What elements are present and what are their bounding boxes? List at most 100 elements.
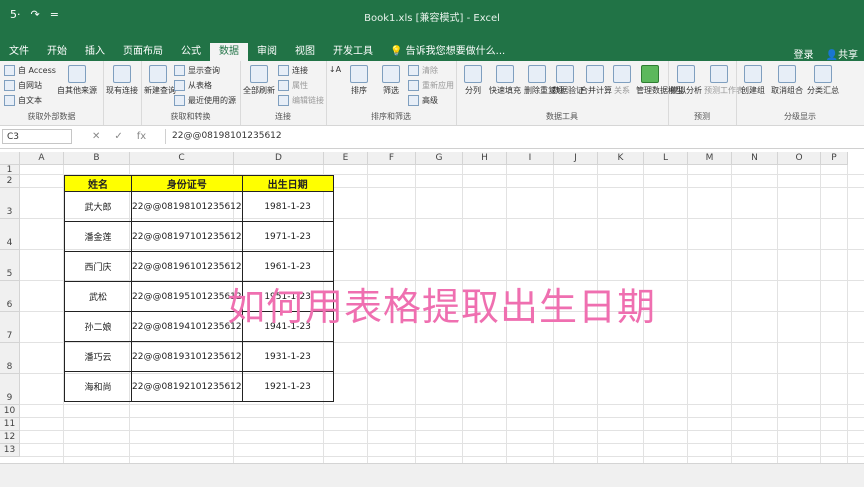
properties-button[interactable]: 属性 bbox=[278, 80, 308, 91]
row-header-8[interactable]: 8 bbox=[0, 343, 20, 374]
tab-home[interactable]: 开始 bbox=[38, 43, 76, 61]
table-cell[interactable]: 海和尚 bbox=[64, 371, 132, 402]
connections-button[interactable]: 连接 bbox=[278, 65, 308, 76]
forecast-sheet-button[interactable]: 预测工作表 bbox=[704, 65, 744, 96]
row-header-1[interactable]: 1 bbox=[0, 165, 20, 175]
column-header-F[interactable]: F bbox=[368, 152, 416, 165]
show-queries-button[interactable]: 显示查询 bbox=[174, 65, 220, 76]
table-cell[interactable]: 22@@08193101235612 bbox=[131, 341, 243, 372]
tab-page-layout[interactable]: 页面布局 bbox=[114, 43, 172, 61]
sort-button[interactable]: 排序 bbox=[346, 65, 372, 96]
column-header-J[interactable]: J bbox=[554, 152, 598, 165]
row-header-2[interactable]: 2 bbox=[0, 175, 20, 188]
table-cell[interactable]: 武松 bbox=[64, 281, 132, 312]
row-header-6[interactable]: 6 bbox=[0, 281, 20, 312]
flash-fill-button[interactable]: 快速填充 bbox=[488, 65, 522, 96]
from-access-button[interactable]: 自 Access bbox=[4, 65, 56, 76]
column-header-H[interactable]: H bbox=[463, 152, 507, 165]
table-header-cell[interactable]: 身份证号 bbox=[131, 175, 243, 192]
column-header-C[interactable]: C bbox=[130, 152, 234, 165]
row-header-13[interactable]: 13 bbox=[0, 444, 20, 457]
cancel-icon[interactable]: ✕ bbox=[92, 131, 100, 142]
row-header-5[interactable]: 5 bbox=[0, 250, 20, 281]
column-header-I[interactable]: I bbox=[507, 152, 554, 165]
select-all-corner[interactable] bbox=[0, 152, 20, 165]
text-to-columns-button[interactable]: 分列 bbox=[460, 65, 486, 96]
column-header-M[interactable]: M bbox=[688, 152, 732, 165]
row-header-7[interactable]: 7 bbox=[0, 312, 20, 343]
gridline-horizontal bbox=[20, 430, 864, 431]
ungroup-button[interactable]: 取消组合 bbox=[770, 65, 804, 96]
confirm-icon[interactable]: ✓ bbox=[114, 131, 122, 142]
filter-button[interactable]: 筛选 bbox=[378, 65, 404, 96]
column-header-L[interactable]: L bbox=[644, 152, 688, 165]
sort-az-button[interactable]: ↓A bbox=[328, 65, 342, 74]
row-header-10[interactable]: 10 bbox=[0, 405, 20, 418]
tab-insert[interactable]: 插入 bbox=[76, 43, 114, 61]
table-cell[interactable]: 22@@08198101235612 bbox=[131, 191, 243, 222]
table-cell[interactable]: 22@@08194101235612 bbox=[131, 311, 243, 342]
existing-connections-button[interactable]: 现有连接 bbox=[105, 65, 139, 96]
from-other-sources-button[interactable]: 自其他来源 bbox=[55, 65, 99, 96]
recent-sources-button[interactable]: 最近使用的源 bbox=[174, 95, 236, 106]
data-validation-button[interactable]: 数据验证 bbox=[552, 65, 584, 96]
column-header-G[interactable]: G bbox=[416, 152, 463, 165]
column-header-N[interactable]: N bbox=[732, 152, 778, 165]
table-cell[interactable]: 22@@08195101235612 bbox=[131, 281, 243, 312]
column-header-A[interactable]: A bbox=[20, 152, 64, 165]
table-cell[interactable]: 西门庆 bbox=[64, 251, 132, 282]
group-button[interactable]: 创建组 bbox=[738, 65, 768, 96]
advanced-filter-button[interactable]: 高级 bbox=[408, 95, 438, 106]
table-header-cell[interactable]: 出生日期 bbox=[241, 175, 334, 192]
row-header-11[interactable]: 11 bbox=[0, 418, 20, 431]
formula-input[interactable]: 22@@08198101235612 bbox=[165, 129, 864, 144]
table-header-cell[interactable]: 姓名 bbox=[64, 175, 132, 192]
table-cell[interactable]: 潘金莲 bbox=[64, 221, 132, 252]
tab-review[interactable]: 审阅 bbox=[248, 43, 286, 61]
reapply-button[interactable]: 重新应用 bbox=[408, 80, 454, 91]
remove-duplicates-button[interactable]: 删除重复项 bbox=[524, 65, 564, 96]
table-cell[interactable]: 武大郎 bbox=[64, 191, 132, 222]
table-cell[interactable]: 孙二娘 bbox=[64, 311, 132, 342]
relationships-button[interactable]: 关系 bbox=[612, 65, 632, 96]
column-header-B[interactable]: B bbox=[64, 152, 130, 165]
table-cell[interactable]: 1981-1-23 bbox=[241, 191, 334, 222]
tab-data[interactable]: 数据 bbox=[210, 43, 248, 61]
table-cell[interactable]: 1971-1-23 bbox=[241, 221, 334, 252]
table-cell[interactable]: 22@@08196101235612 bbox=[131, 251, 243, 282]
table-cell[interactable]: 1931-1-23 bbox=[241, 341, 334, 372]
row-header-3[interactable]: 3 bbox=[0, 188, 20, 219]
name-box[interactable]: C3 bbox=[2, 129, 72, 144]
row-header-12[interactable]: 12 bbox=[0, 431, 20, 444]
column-header-K[interactable]: K bbox=[598, 152, 644, 165]
from-table-button[interactable]: 从表格 bbox=[174, 80, 212, 91]
row-header-9[interactable]: 9 bbox=[0, 374, 20, 405]
column-header-O[interactable]: O bbox=[778, 152, 821, 165]
from-web-button[interactable]: 自网站 bbox=[4, 80, 42, 91]
table-cell[interactable]: 1921-1-23 bbox=[241, 371, 334, 402]
table-cell[interactable]: 22@@08192101235612 bbox=[131, 371, 243, 402]
login-link[interactable]: 登录 bbox=[794, 46, 814, 61]
share-button[interactable]: 👤共享 bbox=[826, 46, 858, 61]
consolidate-button[interactable]: 合并计算 bbox=[580, 65, 612, 96]
tab-file[interactable]: 文件 bbox=[0, 43, 38, 61]
tab-view[interactable]: 视图 bbox=[286, 43, 324, 61]
tab-developer[interactable]: 开发工具 bbox=[324, 43, 382, 61]
tell-me-search[interactable]: 💡 告诉我您想要做什么... bbox=[382, 43, 513, 61]
row-header-4[interactable]: 4 bbox=[0, 219, 20, 250]
edit-links-button[interactable]: 编辑链接 bbox=[278, 95, 324, 106]
clear-filter-button[interactable]: 清除 bbox=[408, 65, 438, 76]
column-header-P[interactable]: P bbox=[821, 152, 848, 165]
subtotal-button[interactable]: 分类汇总 bbox=[806, 65, 840, 96]
from-text-button[interactable]: 自文本 bbox=[4, 95, 42, 106]
tab-formulas[interactable]: 公式 bbox=[172, 43, 210, 61]
manage-data-model-button[interactable]: 管理数据模型 bbox=[636, 65, 684, 96]
insert-function-icon[interactable]: fx bbox=[137, 131, 146, 142]
column-header-E[interactable]: E bbox=[324, 152, 368, 165]
table-cell[interactable]: 潘巧云 bbox=[64, 341, 132, 372]
what-if-analysis-button[interactable]: 模拟分析 bbox=[670, 65, 702, 96]
new-query-button[interactable]: 新建查询 bbox=[144, 65, 176, 96]
refresh-all-button[interactable]: 全部刷新 bbox=[242, 65, 276, 96]
column-header-D[interactable]: D bbox=[234, 152, 324, 165]
table-cell[interactable]: 22@@08197101235612 bbox=[131, 221, 243, 252]
